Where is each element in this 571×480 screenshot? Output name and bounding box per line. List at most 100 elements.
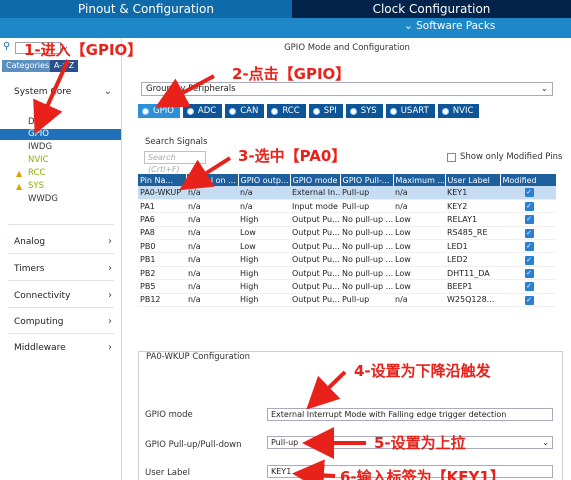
peripheral-tabs: GPIO ADC CAN RCC SPI SYS USART NVIC	[138, 104, 482, 118]
table-cell: DHT11_DA	[445, 266, 500, 281]
sidebar-item-rcc[interactable]: ▲ RCC	[0, 168, 121, 179]
tab-label: USART	[400, 106, 429, 116]
warning-icon: ▲	[16, 169, 23, 178]
table-row[interactable]: PA8 n/a Low Output Pu... No pull-up ... Low RS…	[138, 226, 556, 241]
chevron-right-icon: ›	[108, 342, 112, 353]
group-computing[interactable]: Computing ›	[0, 314, 121, 330]
modified-check-icon[interactable]: ✓	[524, 255, 534, 265]
table-row[interactable]: PB2 n/a High Output Pu... No pull-up ... Low D…	[138, 266, 556, 281]
table-cell: n/a	[186, 212, 238, 227]
modified-check-icon[interactable]: ✓	[524, 188, 534, 198]
search-signals-input[interactable]: Search (Crtl+F)	[144, 151, 206, 174]
tab-gpio[interactable]: GPIO	[138, 104, 180, 118]
sidebar-item-dma[interactable]: DMA	[0, 117, 121, 128]
chevron-right-icon: ›	[108, 316, 112, 327]
column-header[interactable]: GPIO outp...	[238, 174, 291, 186]
column-header[interactable]: GPIO mode	[290, 174, 341, 186]
table-row[interactable]: PA6 n/a High Output Pu... No pull-up ... Low R…	[138, 212, 556, 227]
software-packs-menu[interactable]: ⌄ Software Packs	[404, 20, 495, 32]
group-connectivity[interactable]: Connectivity ›	[0, 288, 121, 304]
gpio-pull-label: GPIO Pull-up/Pull-down	[145, 440, 242, 450]
sidebar-item-nvic[interactable]: NVIC	[0, 155, 121, 166]
status-dot-icon	[229, 107, 237, 115]
table-cell: RELAY1	[445, 212, 500, 227]
tab-nvic[interactable]: NVIC	[437, 104, 480, 118]
tab-label: CAN	[240, 106, 259, 116]
table-cell: n/a	[186, 199, 238, 214]
table-row[interactable]: PA1 n/a n/a Input mode Pull-up n/a KEY2 ✓	[138, 199, 556, 214]
annotation-3: 3-选中【PA0】	[238, 147, 347, 165]
table-row[interactable]: PA0-WKUP n/a n/a External In... Pull-up n/a KE…	[138, 186, 556, 200]
table-cell: Low	[393, 239, 445, 254]
sidebar-item-wwdg[interactable]: WWDG	[0, 194, 121, 205]
table-cell: PB0	[138, 239, 186, 254]
group-by-value: Group By Peripherals	[146, 84, 236, 94]
sidebar-item-iwdg[interactable]: IWDG	[0, 142, 121, 153]
table-cell: n/a	[393, 199, 445, 214]
tab-pinout-configuration[interactable]: Pinout & Configuration	[0, 0, 292, 18]
column-header[interactable]: GPIO Pull-...	[340, 174, 394, 186]
left-panel: ⚲ ⌄ Categories A->Z System Core ⌄ DMA GP…	[0, 38, 122, 480]
sidebar-item-sys[interactable]: ▲ SYS	[0, 181, 121, 192]
group-system-core[interactable]: System Core ⌄	[0, 84, 121, 100]
table-cell: No pull-up ...	[340, 266, 393, 281]
show-modified-toggle[interactable]: Show only Modified Pins	[447, 152, 562, 162]
table-row[interactable]: PB5 n/a High Output Pu... No pull-up ... Low B…	[138, 279, 556, 294]
table-row[interactable]: PB1 n/a High Output Pu... No pull-up ... Low L…	[138, 252, 556, 267]
table-cell: No pull-up ...	[340, 252, 393, 267]
group-timers[interactable]: Timers ›	[0, 261, 121, 277]
item-label: NVIC	[28, 155, 49, 165]
column-header[interactable]: User Label	[445, 174, 501, 186]
group-analog[interactable]: Analog ›	[0, 234, 121, 250]
categories-button[interactable]: Categories	[2, 60, 50, 72]
chevron-down-icon: ⌄	[103, 86, 112, 97]
checkbox-icon[interactable]	[447, 152, 456, 162]
modified-check-icon[interactable]: ✓	[524, 215, 534, 225]
column-header[interactable]: Maximum ...	[393, 174, 446, 186]
search-signals-label: Search Signals	[145, 137, 208, 147]
modified-check-icon[interactable]: ✓	[524, 242, 534, 252]
gpio-mode-select[interactable]: External Interrupt Mode with Falling edg…	[267, 408, 553, 421]
user-label-label: User Label	[145, 468, 191, 478]
modified-check-icon[interactable]: ✓	[524, 282, 534, 292]
tab-spi[interactable]: SPI	[308, 104, 343, 118]
column-header[interactable]: Signal on ...	[186, 174, 239, 186]
table-cell: No pull-up ...	[340, 239, 393, 254]
tab-clock-configuration[interactable]: Clock Configuration	[292, 0, 571, 18]
sidebar-item-gpio[interactable]: GPIO	[0, 129, 121, 140]
tab-adc[interactable]: ADC	[182, 104, 223, 118]
item-label: IWDG	[28, 142, 53, 152]
table-cell: PB1	[138, 252, 186, 267]
table-row[interactable]: PB0 n/a Low Output Pu... No pull-up ... Low LE…	[138, 239, 556, 254]
table-cell: LED2	[445, 252, 500, 267]
table-cell: Low	[393, 226, 445, 241]
column-header[interactable]: Modified	[500, 174, 557, 186]
item-label: DMA	[28, 117, 48, 127]
table-cell: High	[238, 279, 290, 294]
divider	[8, 253, 114, 254]
group-middleware[interactable]: Middleware ›	[0, 340, 121, 356]
modified-check-icon[interactable]: ✓	[524, 295, 534, 305]
modified-check-icon[interactable]: ✓	[524, 228, 534, 238]
gpio-pull-value: Pull-up	[271, 438, 299, 447]
az-button[interactable]: A->Z	[50, 60, 78, 72]
table-cell: Low	[393, 212, 445, 227]
modified-check-icon[interactable]: ✓	[524, 202, 534, 212]
table-row[interactable]: PB12 n/a High Output Pu... Pull-up n/a W25Q128…	[138, 293, 556, 308]
modified-check-icon[interactable]: ✓	[524, 269, 534, 279]
tab-rcc[interactable]: RCC	[267, 104, 306, 118]
tab-sys[interactable]: SYS	[345, 104, 383, 118]
panel-title: GPIO Mode and Configuration	[284, 43, 410, 53]
item-label: RCC	[28, 168, 46, 178]
column-header[interactable]: Pin Na...	[138, 174, 187, 186]
group-by-select[interactable]: Group By Peripherals ⌄	[141, 82, 553, 96]
tab-can[interactable]: CAN	[225, 104, 265, 118]
divider	[8, 307, 114, 308]
annotation-4: 4-设置为下降沿触发	[354, 362, 491, 380]
table-cell: BEEP1	[445, 279, 500, 294]
table-cell: n/a	[186, 252, 238, 267]
tab-label: SPI	[323, 106, 337, 116]
table-cell: No pull-up ...	[340, 212, 393, 227]
group-label: System Core	[14, 87, 72, 97]
tab-usart[interactable]: USART	[385, 104, 435, 118]
